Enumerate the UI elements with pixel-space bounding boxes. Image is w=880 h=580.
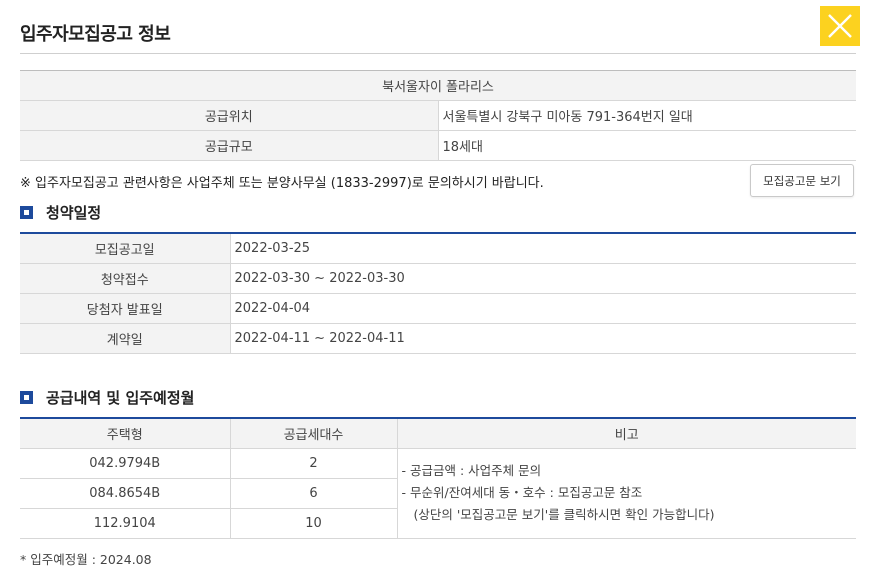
- row-label: 당첨자 발표일: [20, 293, 231, 324]
- contact-notice: ※ 입주자모집공고 관련사항은 사업주체 또는 분양사무실 (1833-2997…: [20, 176, 544, 191]
- section-title-text: 공급내역 및 입주예정월: [46, 389, 195, 407]
- complex-name-row: 북서울자이 폴라리스: [20, 70, 856, 101]
- row-value: 18세대: [438, 130, 856, 161]
- table-row: 모집공고일 2022-03-25: [20, 233, 856, 264]
- table-row: 당첨자 발표일 2022-04-04: [20, 293, 856, 324]
- table-row: 공급규모 18세대: [20, 130, 856, 161]
- move-in-footnote: * 입주예정월 : 2024.08: [20, 552, 152, 567]
- row-label: 공급위치: [20, 100, 439, 131]
- section-title-text: 청약일정: [46, 204, 102, 222]
- table-row: 계약일 2022-04-11 ~ 2022-04-11: [20, 323, 856, 354]
- remark-line: (상단의 '모집공고문 보기'를 클릭하시면 확인 가능합니다): [413, 507, 715, 522]
- row-value: 서울특별시 강북구 미아동 791-364번지 일대: [438, 100, 856, 131]
- remark-line: - 무순위/잔여세대 동・호수 : 모집공고문 참조: [401, 485, 643, 500]
- unit-count: 6: [230, 478, 398, 509]
- schedule-table: 모집공고일 2022-03-25 청약접수 2022-03-30 ~ 2022-…: [20, 232, 856, 354]
- supply-info-table: 북서울자이 폴라리스 공급위치 서울특별시 강북구 미아동 791-364번지 …: [20, 70, 856, 161]
- column-header: 비고: [397, 418, 856, 449]
- unit-count: 2: [230, 448, 398, 479]
- housing-type: 084.8654B: [20, 478, 231, 509]
- table-row: 청약접수 2022-03-30 ~ 2022-03-30: [20, 263, 856, 294]
- row-label: 모집공고일: [20, 233, 231, 264]
- supply-detail-section-title: 공급내역 및 입주예정월: [20, 387, 194, 408]
- complex-name: 북서울자이 폴라리스: [20, 70, 856, 101]
- unit-count: 10: [230, 508, 398, 539]
- close-icon: [828, 14, 852, 38]
- table-row: 042.9794B 2 - 공급금액 : 사업주체 문의 - 무순위/잔여세대 …: [20, 448, 856, 539]
- square-bullet-icon: [20, 206, 33, 219]
- row-label: 청약접수: [20, 263, 231, 294]
- column-header: 주택형: [20, 418, 231, 449]
- row-label: 공급규모: [20, 130, 439, 161]
- table-header-row: 주택형 공급세대수 비고: [20, 418, 856, 449]
- page-title: 입주자모집공고 정보: [20, 24, 171, 45]
- housing-type: 112.9104: [20, 508, 231, 539]
- row-value: 2022-03-30 ~ 2022-03-30: [230, 263, 856, 294]
- view-notice-document-button[interactable]: 모집공고문 보기: [750, 164, 854, 197]
- row-value: 2022-03-25: [230, 233, 856, 264]
- supply-detail-table: 주택형 공급세대수 비고 042.9794B 2 - 공급금액 : 사업주체 문…: [20, 417, 856, 539]
- square-bullet-icon: [20, 391, 33, 404]
- column-header: 공급세대수: [230, 418, 398, 449]
- table-row: 공급위치 서울특별시 강북구 미아동 791-364번지 일대: [20, 100, 856, 131]
- remark-line: - 공급금액 : 사업주체 문의: [401, 463, 542, 478]
- row-value: 2022-04-04: [230, 293, 856, 324]
- close-button[interactable]: [820, 6, 860, 46]
- row-value: 2022-04-11 ~ 2022-04-11: [230, 323, 856, 354]
- remarks-cell: - 공급금액 : 사업주체 문의 - 무순위/잔여세대 동・호수 : 모집공고문…: [397, 448, 856, 539]
- header: 입주자모집공고 정보: [20, 0, 860, 54]
- housing-type: 042.9794B: [20, 448, 231, 479]
- row-label: 계약일: [20, 323, 231, 354]
- schedule-section-title: 청약일정: [20, 202, 101, 223]
